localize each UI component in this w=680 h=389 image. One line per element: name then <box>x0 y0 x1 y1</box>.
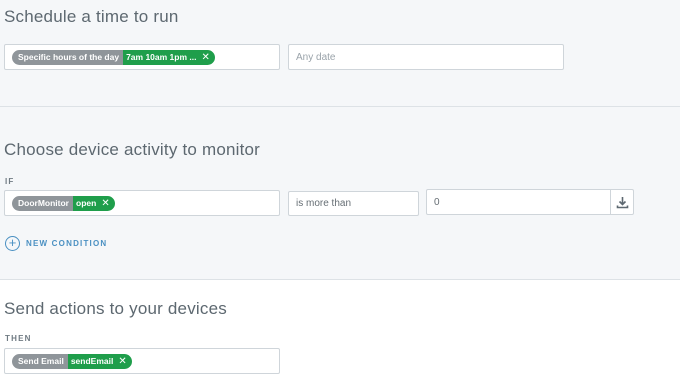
operator-value: is more than <box>296 198 352 209</box>
device-chip: DoorMonitor open ✕ <box>12 195 115 211</box>
device-chip-value: open <box>76 198 97 208</box>
date-placeholder: Any date <box>296 51 336 63</box>
close-icon[interactable]: ✕ <box>101 198 109 209</box>
device-selector-field[interactable]: DoorMonitor open ✕ <box>4 190 280 216</box>
time-chip-label: Specific hours of the day <box>12 49 124 65</box>
action-chip-label: Send Email <box>12 353 68 369</box>
activity-heading: Choose device activity to monitor <box>4 140 261 159</box>
new-condition-button[interactable]: + NEW CONDITION <box>5 236 107 251</box>
time-chip-value: 7am 10am 1pm ... <box>126 52 197 62</box>
new-condition-label: NEW CONDITION <box>26 239 108 248</box>
then-label: THEN <box>5 334 32 343</box>
actions-heading: Send actions to your devices <box>4 299 227 318</box>
time-selector-field[interactable]: Specific hours of the day 7am 10am 1pm .… <box>4 44 280 70</box>
close-icon[interactable]: ✕ <box>118 356 126 367</box>
if-label: IF <box>5 177 15 186</box>
date-selector-field[interactable]: Any date <box>288 44 564 70</box>
action-chip-value-wrap: sendEmail ✕ <box>67 353 132 369</box>
action-chip: Send Email sendEmail ✕ <box>12 353 132 369</box>
time-chip: Specific hours of the day 7am 10am 1pm .… <box>12 49 215 65</box>
plus-circle-icon: + <box>5 236 20 251</box>
download-icon[interactable] <box>610 190 633 214</box>
close-icon[interactable]: ✕ <box>201 52 209 63</box>
schedule-heading: Schedule a time to run <box>4 7 179 26</box>
schedule-section: Schedule a time to run Specific hours of… <box>0 0 680 107</box>
threshold-value: 0 <box>434 196 440 208</box>
action-chip-value: sendEmail <box>70 356 114 366</box>
activity-section: Choose device activity to monitor IF Doo… <box>0 107 680 280</box>
operator-select[interactable]: is more than <box>288 191 419 216</box>
device-chip-label: DoorMonitor <box>12 195 73 211</box>
actions-section: Send actions to your devices THEN Send E… <box>0 280 680 389</box>
device-chip-value-wrap: open ✕ <box>73 195 115 211</box>
threshold-input[interactable]: 0 <box>426 189 634 215</box>
time-chip-value-wrap: 7am 10am 1pm ... ✕ <box>123 49 215 65</box>
action-selector-field[interactable]: Send Email sendEmail ✕ <box>4 348 280 374</box>
